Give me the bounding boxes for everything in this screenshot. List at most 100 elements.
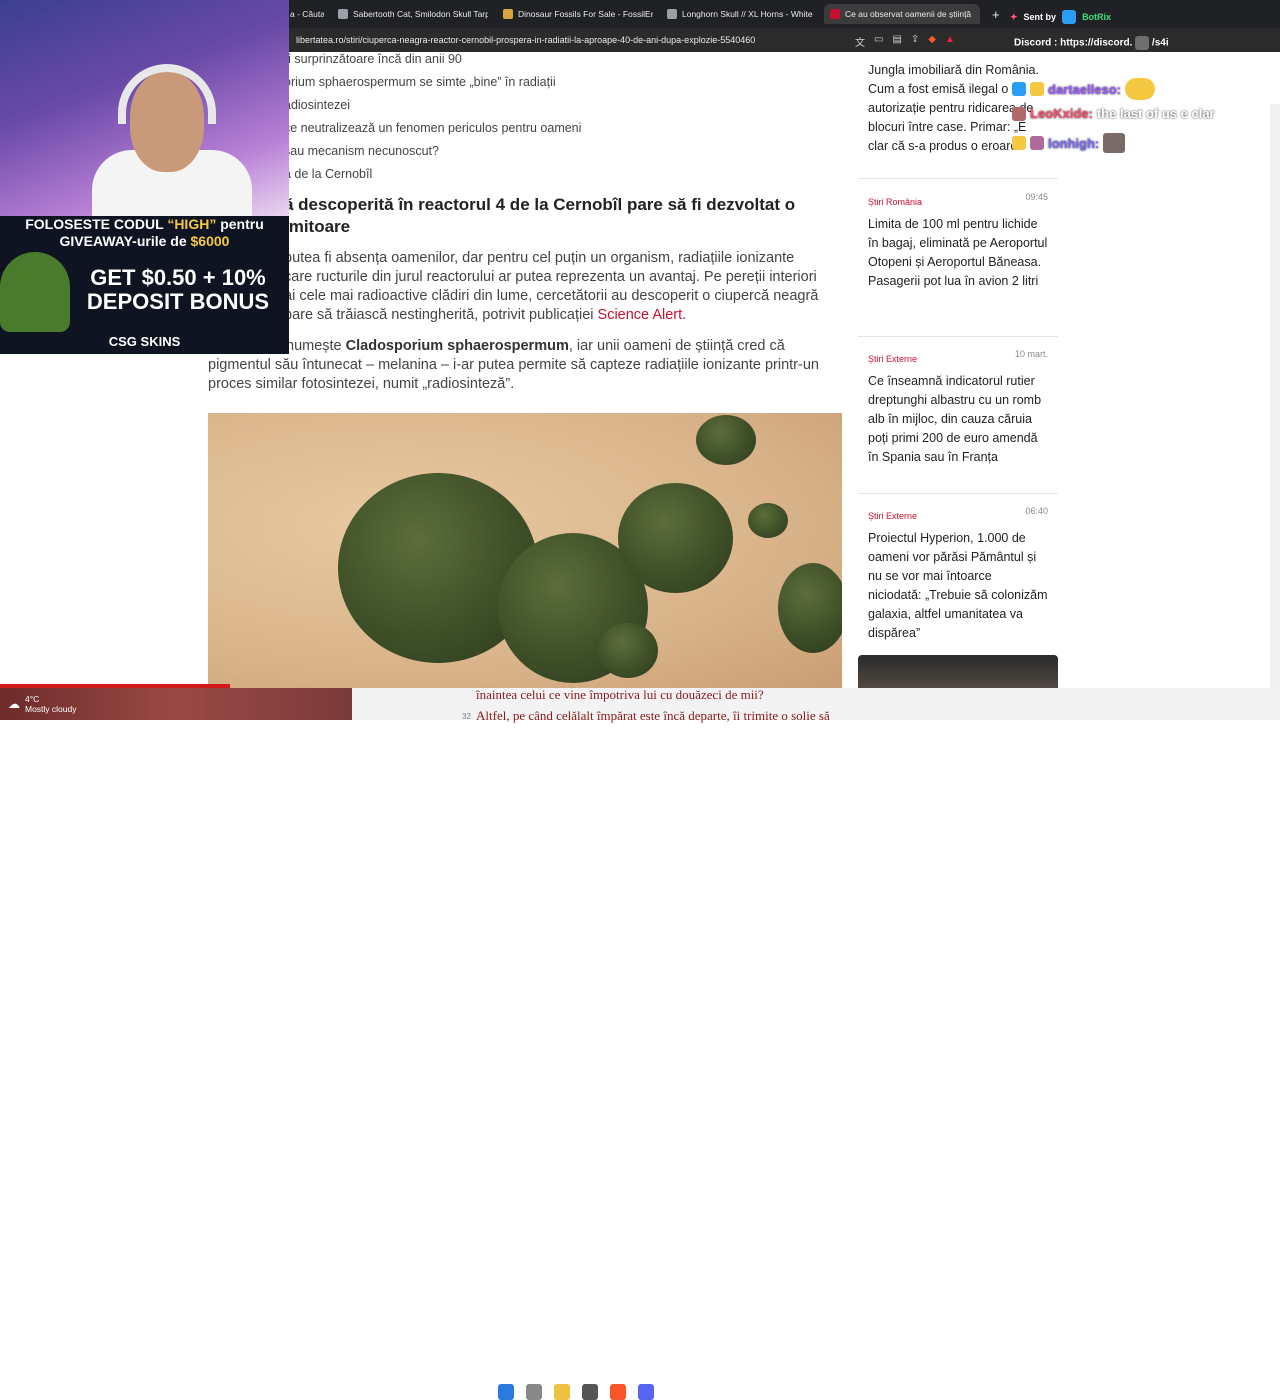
toc-item[interactable]: sau mecanism necunoscut? <box>284 144 581 167</box>
divider <box>858 178 1058 179</box>
fungus-colony <box>778 563 842 653</box>
tab-favicon <box>667 9 677 19</box>
brave-icon[interactable] <box>610 1384 626 1400</box>
article-paragraph-2: numește Cladosporium sphaerospermum, iar… <box>208 337 828 394</box>
bot-name: BotRix <box>1082 12 1112 22</box>
browser-tab[interactable]: Sabertooth Cat, Smilodon Skull Tarpi <box>338 4 488 24</box>
chat-text: /s4i <box>1151 37 1169 49</box>
chat-user: Discord <box>1014 37 1052 49</box>
browser-toolbar: 文 ▭ ▤ ⇪ ◆ ▲ <box>855 34 955 49</box>
news-time: 06:40 <box>1025 506 1048 516</box>
source-link[interactable]: Science Alert <box>598 307 683 323</box>
tab-title: Ce au observat oamenii de știință <box>845 9 972 19</box>
fungus-colony <box>696 415 756 465</box>
promo-headline: GET $0.50 + 10% DEPOSIT BONUS <box>72 266 284 314</box>
toc-item[interactable]: ri surprinzătoare încă din anii 90 <box>284 52 581 75</box>
terminal-icon[interactable] <box>582 1384 598 1400</box>
weather-temp: 4°C <box>25 694 40 704</box>
fungus-colony <box>598 623 658 678</box>
promo-amount: $6000 <box>190 233 230 249</box>
emote-icon <box>1135 36 1150 50</box>
toc-item[interactable]: orium sphaerospermum se simte „bine” în … <box>284 75 581 98</box>
toc-item[interactable]: adiosintezei <box>284 98 581 121</box>
news-title: Ce înseamnă indicatorul rutier dreptungh… <box>868 374 1042 464</box>
tab-title: Longhorn Skull // XL Horns - White S <box>682 9 815 19</box>
promo-headline-line: GET $0.50 + 10% <box>90 265 266 290</box>
sent-by-label: Sent by <box>1023 12 1057 22</box>
section-heading: ă descoperită în reactorul 4 de la Cerno… <box>284 195 796 236</box>
toc-item[interactable]: ă de la Cernobîl <box>284 167 581 190</box>
tab-title: Dinosaur Fossils For Sale - FossilEra.c <box>518 9 653 19</box>
news-category: Știri Externe <box>868 354 918 364</box>
brave-shield-icon[interactable]: ◆ <box>928 34 936 49</box>
search-icon[interactable] <box>526 1384 542 1400</box>
sub-badge-icon <box>1012 82 1026 96</box>
news-category: Știri România <box>868 197 923 207</box>
browser-tab[interactable]: Longhorn Skull // XL Horns - White S <box>667 4 815 24</box>
vip-badge-icon <box>1012 136 1026 150</box>
news-category: Știri Externe <box>868 511 918 521</box>
chat-message: LeoKxide: the last of us e clar <box>1012 106 1215 121</box>
tab-favicon <box>338 9 348 19</box>
promo-line: GIVEAWAY-urile de <box>59 233 191 249</box>
fungus-colony <box>748 503 788 538</box>
news-title: Limita de 100 ml pentru lichide în bagaj… <box>868 217 1048 288</box>
tab-favicon <box>503 9 513 19</box>
browser-tab-active[interactable]: Ce au observat oamenii de știință✕ <box>824 4 980 24</box>
news-time: 09:45 <box>1025 192 1048 202</box>
brand-logo: CSG SKINS <box>108 334 181 349</box>
news-card[interactable]: Știri România 09:45 Limita de 100 ml pen… <box>858 192 1058 291</box>
news-card[interactable]: Știri Externe 06:40 Proiectul Hyperion, … <box>858 506 1058 643</box>
chat-text: the last of us e clar <box>1096 106 1215 121</box>
divider <box>858 493 1058 494</box>
browser-tab[interactable]: a - Căuta <box>290 4 324 24</box>
species-name: Cladosporium sphaerospermum <box>345 338 569 354</box>
fungus-photo <box>208 413 842 688</box>
explorer-icon[interactable] <box>554 1384 570 1400</box>
promo-line: pentru <box>216 216 264 232</box>
tab-title: Sabertooth Cat, Smilodon Skull Tarpi <box>353 9 488 19</box>
sponsor-banner: FOLOSESTE CODUL “HIGH” pentru GIVEAWAY-u… <box>0 216 289 354</box>
bot-icon <box>1062 10 1077 24</box>
news-thumbnail[interactable] <box>858 655 1058 688</box>
article-paragraph: putea fi absența oamenilor, dar pentru c… <box>284 249 824 325</box>
weather-desc: Mostly cloudy <box>25 704 77 714</box>
badge-icon <box>1030 136 1044 150</box>
browser-tab[interactable]: Dinosaur Fossils For Sale - FossilEra.c <box>503 4 653 24</box>
url-field[interactable]: libertatea.ro/stiri/ciuperca-neagra-reac… <box>296 35 755 45</box>
discord-icon[interactable] <box>638 1384 654 1400</box>
start-icon[interactable] <box>498 1384 514 1400</box>
rewards-icon[interactable]: ▲ <box>945 34 955 49</box>
news-card[interactable]: Știri Externe 10 mart. Ce înseamnă indic… <box>858 349 1058 467</box>
translate-icon[interactable]: 文 <box>855 34 865 49</box>
chat-message: Discord : https://discord. /s4i <box>1014 36 1169 50</box>
paragraph-end: . <box>682 307 687 323</box>
promo-headline-line: DEPOSIT BONUS <box>86 289 270 314</box>
badge-icon <box>1012 106 1026 121</box>
chat-header: ✦ Sent by BotRix <box>1010 10 1111 24</box>
chat-message: dartaelleso: <box>1012 78 1155 100</box>
cloud-icon: ☁ <box>8 697 20 711</box>
reader-icon[interactable]: ▤ <box>892 34 901 49</box>
taskbar-icons <box>498 1384 654 1400</box>
promo-line: FOLOSESTE CODUL <box>25 216 168 232</box>
new-tab-button[interactable]: + <box>992 4 1004 24</box>
wallpaper-strip: ☁ 4°C Mostly cloudy <box>0 688 352 720</box>
lyrics-overlay-line: înaintea celui ce vine împotriva lui cu … <box>476 687 764 702</box>
pin-icon: ✦ <box>1010 11 1018 22</box>
share-icon[interactable]: ⇪ <box>911 34 919 49</box>
promo-text: FOLOSESTE CODUL “HIGH” pentru GIVEAWAY-u… <box>0 216 289 250</box>
news-title: Proiectul Hyperion, 1.000 de oameni vor … <box>868 531 1048 640</box>
chat-text: : https://discord. <box>1054 37 1133 49</box>
toc-item[interactable]: ce neutralizează un fenomen periculos pe… <box>284 121 581 144</box>
cast-icon[interactable]: ▭ <box>874 34 883 49</box>
tab-favicon <box>830 9 840 19</box>
mascot-icon <box>0 252 70 332</box>
headset-icon <box>118 64 216 124</box>
paragraph-text: numește <box>286 338 342 354</box>
divider <box>858 336 1058 337</box>
chat-user: dartaelleso: <box>1048 81 1121 97</box>
lyrics-overlay-line: Altfel, pe când celălalt împărat este în… <box>476 708 830 723</box>
page-scrollbar[interactable] <box>1270 104 1280 688</box>
weather-widget[interactable]: ☁ 4°C Mostly cloudy <box>8 694 77 714</box>
